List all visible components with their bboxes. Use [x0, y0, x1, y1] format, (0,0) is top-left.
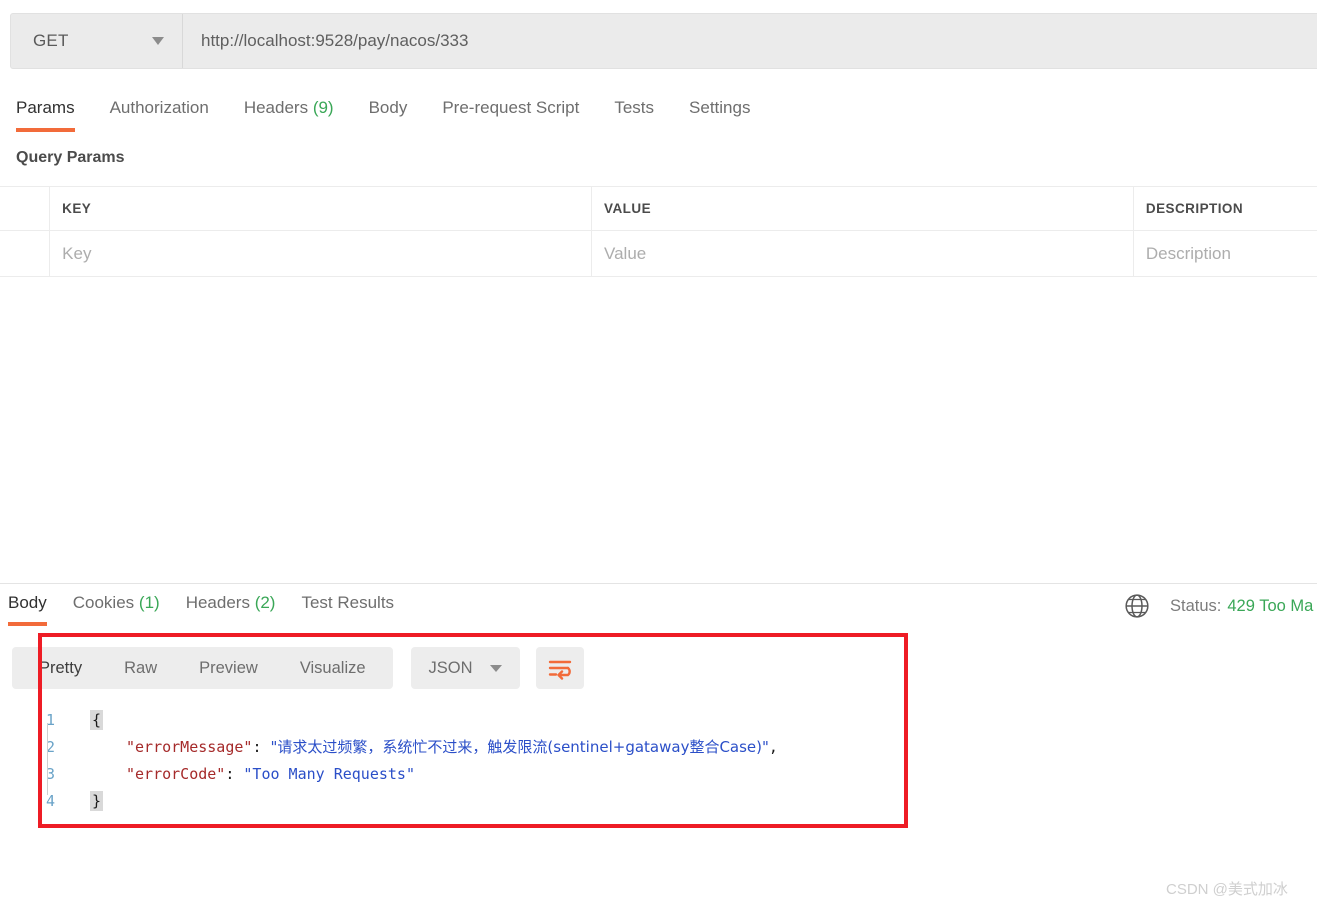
response-tab-bar: Body Cookies (1) Headers (2) Test Result… [0, 589, 1100, 631]
response-body-toolbar: Pretty Raw Preview Visualize JSON [12, 647, 584, 689]
response-status-area: Status: 429 Too Ma [1124, 593, 1313, 619]
row-checkbox-cell[interactable] [0, 231, 51, 276]
http-method-label: GET [33, 31, 69, 50]
param-key-input[interactable]: Key [50, 231, 593, 276]
view-mode-visualize[interactable]: Visualize [279, 647, 387, 689]
tab-params[interactable]: Params [16, 92, 75, 132]
tab-body[interactable]: Body [369, 92, 408, 132]
line-number: 1 [46, 710, 56, 729]
view-mode-raw[interactable]: Raw [103, 647, 178, 689]
tab-tests[interactable]: Tests [614, 92, 654, 132]
tab-settings[interactable]: Settings [689, 92, 750, 132]
wrap-text-icon [548, 660, 571, 680]
json-key: "errorMessage" [126, 737, 253, 756]
response-tab-test-results-label: Test Results [301, 593, 395, 612]
table-row: Key Value Description [0, 231, 1317, 277]
line-number: 2 [46, 737, 56, 756]
globe-icon[interactable] [1124, 593, 1150, 619]
param-value-input[interactable]: Value [592, 231, 1134, 276]
response-pane-divider [0, 583, 1317, 584]
code-line: 2 "errorMessage": "请求太过频繁，系统忙不过来，触发限流(se… [46, 733, 778, 760]
json-key: "errorCode" [126, 764, 226, 783]
json-comma: , [768, 737, 778, 756]
url-input[interactable]: http://localhost:9528/pay/nacos/333 [183, 14, 1317, 68]
tab-tests-label: Tests [614, 98, 655, 117]
query-params-heading: Query Params [16, 149, 125, 166]
tab-headers-count: (9) [312, 98, 334, 117]
wrap-text-button[interactable] [535, 647, 584, 689]
column-header-description: DESCRIPTION [1145, 201, 1244, 216]
view-mode-pretty[interactable]: Pretty [18, 647, 103, 689]
code-brace-open[interactable]: { [90, 709, 104, 730]
tab-headers-label: Headers [243, 98, 309, 117]
code-brace-close[interactable]: } [90, 790, 104, 811]
response-tab-body-label: Body [8, 593, 47, 612]
tab-authorization-label: Authorization [109, 98, 209, 117]
tab-pre-request-script[interactable]: Pre-request Script [442, 92, 579, 132]
json-value: "请求太过频繁，系统忙不过来，触发限流(sentinel+gataway整合Ca… [270, 738, 769, 756]
code-line: 3 "errorCode": "Too Many Requests" [46, 760, 778, 787]
table-header-row: KEY VALUE DESCRIPTION [0, 186, 1317, 231]
view-mode-preview[interactable]: Preview [178, 647, 279, 689]
tab-body-label: Body [368, 98, 408, 117]
request-tab-bar: Params Authorization Headers (9) Body Pr… [0, 92, 1317, 136]
response-tab-test-results[interactable]: Test Results [301, 589, 394, 626]
line-number: 4 [46, 791, 56, 810]
code-line: 1 { [46, 706, 778, 733]
request-url-bar: GET http://localhost:9528/pay/nacos/333 [10, 13, 1317, 69]
response-format-label: JSON [428, 658, 473, 677]
http-method-select[interactable]: GET [11, 14, 183, 68]
response-tab-headers-count: (2) [254, 593, 276, 612]
tab-settings-label: Settings [689, 98, 751, 117]
response-tab-body[interactable]: Body [8, 589, 47, 626]
tab-params-label: Params [16, 98, 75, 117]
code-line: 4 } [46, 787, 778, 814]
query-params-table: KEY VALUE DESCRIPTION Key Value Descript… [0, 186, 1317, 277]
response-body-code[interactable]: 1 { 2 "errorMessage": "请求太过频繁，系统忙不过来，触发限… [46, 706, 778, 814]
view-mode-group: Pretty Raw Preview Visualize [12, 647, 393, 689]
param-description-input[interactable]: Description [1134, 231, 1317, 276]
json-value: "Too Many Requests" [243, 764, 415, 783]
line-number: 3 [46, 764, 56, 783]
response-tab-cookies-label: Cookies [72, 593, 135, 612]
tab-authorization[interactable]: Authorization [110, 92, 209, 132]
json-separator: : [252, 737, 271, 756]
status-label: Status: [1170, 596, 1222, 615]
response-tab-cookies-count: (1) [138, 593, 160, 612]
chevron-down-icon [152, 37, 164, 45]
chevron-down-icon [489, 664, 502, 672]
status-badge: 429 Too Ma [1227, 596, 1314, 615]
json-separator: : [225, 764, 244, 783]
tab-headers[interactable]: Headers (9) [244, 92, 334, 132]
response-format-select[interactable]: JSON [410, 647, 520, 689]
tab-pre-request-script-label: Pre-request Script [442, 98, 580, 117]
response-tab-headers-label: Headers [185, 593, 250, 612]
watermark: CSDN @美式加冰 [1166, 881, 1288, 898]
response-tab-cookies[interactable]: Cookies (1) [73, 589, 160, 626]
response-tab-headers[interactable]: Headers (2) [186, 589, 276, 626]
column-header-select [0, 187, 51, 230]
column-header-value: VALUE [592, 187, 1134, 230]
code-fold-guide [47, 723, 48, 795]
column-header-key: KEY [50, 187, 593, 230]
